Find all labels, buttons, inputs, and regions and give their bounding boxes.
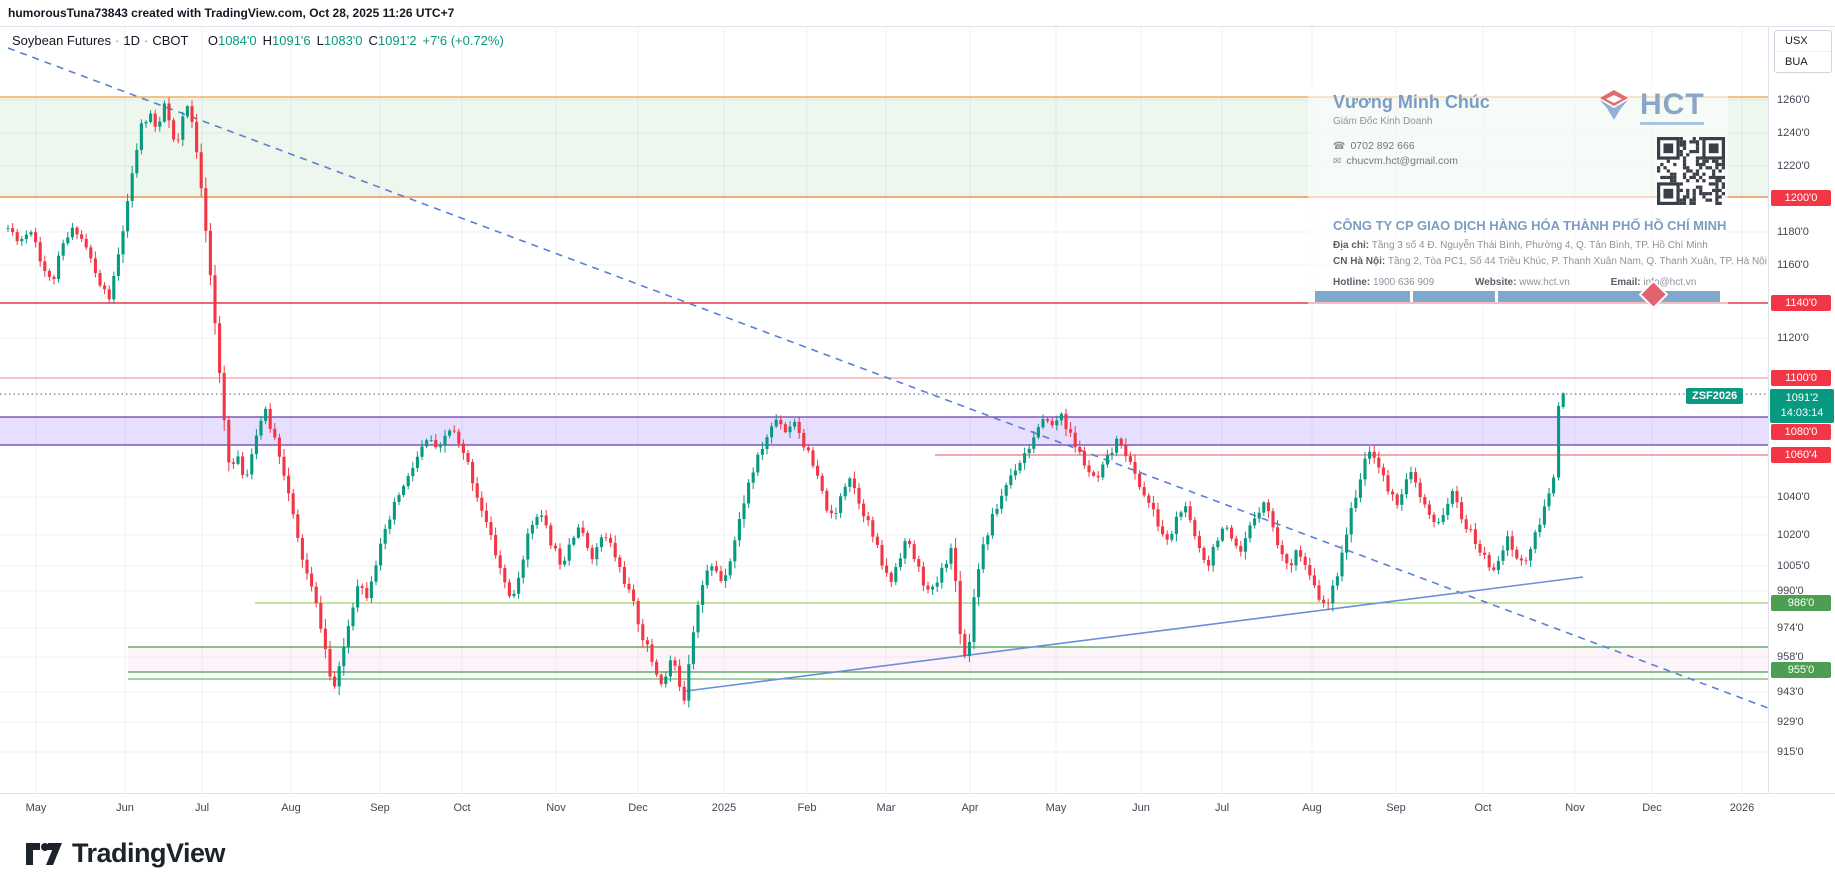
time-axis-label: Feb: [798, 802, 817, 814]
price-level-badge: 1080'0: [1771, 424, 1831, 440]
price-tick: 929'0: [1777, 716, 1804, 728]
tradingview-logo[interactable]: TradingView: [26, 838, 225, 869]
price-axis[interactable]: USX BUA 1260'0 1240'0 1220'0 1180'0 1160'0 11…: [1768, 26, 1835, 793]
time-axis-label: Oct: [453, 802, 470, 814]
unit-bua-button[interactable]: BUA: [1775, 51, 1831, 72]
price-level-badge: 955'0: [1771, 662, 1831, 678]
time-axis-label: Jul: [195, 802, 209, 814]
time-axis-label: Jul: [1215, 802, 1229, 814]
time-axis[interactable]: May Jun Jul Aug Sep Oct Nov Dec 2025 Feb Mar Apr May…: [0, 793, 1835, 829]
contact-name: Vương Minh Chúc: [1333, 92, 1490, 113]
time-axis-label: May: [26, 802, 47, 814]
time-axis-label: Oct: [1474, 802, 1491, 814]
close-value: 1091'2: [378, 33, 417, 48]
last-price-badge: 1091'214:03:14: [1770, 389, 1834, 423]
price-tick: 1040'0: [1777, 491, 1810, 503]
time-axis-label: 2026: [1730, 802, 1754, 814]
price-tick: 1160'0: [1777, 259, 1809, 271]
legend-separator: ·: [111, 33, 123, 48]
time-axis-label: Jun: [1132, 802, 1150, 814]
price-tick: 943'0: [1777, 686, 1804, 698]
price-level-badge: 1060'4: [1771, 447, 1831, 463]
email-icon: ✉: [1333, 156, 1341, 167]
time-axis-label: Aug: [281, 802, 301, 814]
price-tick: 1180'0: [1777, 226, 1809, 238]
price-tick: 1260'0: [1777, 94, 1810, 106]
time-axis-label: Nov: [546, 802, 566, 814]
hct-logo-tagline: [1640, 122, 1704, 125]
time-axis-label: Dec: [1642, 802, 1662, 814]
price-tick: 1240'0: [1777, 127, 1810, 139]
phone-icon: ☎: [1333, 141, 1345, 152]
price-tick: 1120'0: [1777, 332, 1809, 344]
tradingview-chart-page: { "attribution": "humorousTuna73843 crea…: [0, 0, 1835, 883]
hct-logo-icon: [1594, 90, 1634, 124]
time-axis-label: Dec: [628, 802, 648, 814]
contact-role: Giám Đốc Kinh Doanh: [1333, 116, 1433, 127]
time-axis-label: Apr: [961, 802, 978, 814]
price-tick: 1005'0: [1777, 560, 1810, 572]
price-tick: 1020'0: [1777, 529, 1810, 541]
time-axis-label: 2025: [712, 802, 736, 814]
tradingview-logo-text: TradingView: [72, 838, 225, 869]
symbol-legend[interactable]: Soybean Futures·1D·CBOT O1084'0H1091'6L1…: [12, 33, 504, 48]
time-axis-label: May: [1046, 802, 1067, 814]
company-name: CÔNG TY CP GIAO DỊCH HÀNG HÓA THÀNH PHỐ …: [1333, 218, 1726, 233]
time-axis-label: Mar: [877, 802, 896, 814]
price-level-badge: 1140'0: [1771, 295, 1831, 311]
hct-logo-text: HCT: [1640, 90, 1705, 120]
hct-logo: HCT: [1594, 90, 1705, 124]
ohlc-values: O1084'0H1091'6L1083'0C1091'2+7'6 (+0.72%…: [202, 33, 504, 48]
time-axis-label: Nov: [1565, 802, 1585, 814]
broker-contact-card: Vương Minh Chúc Giám Đốc Kinh Doanh ☎ 070…: [1308, 84, 1728, 310]
price-level-badge: 1100'0: [1771, 370, 1831, 386]
time-axis-label: Sep: [1386, 802, 1406, 814]
footer: TradingView: [0, 828, 1835, 883]
open-value: 1084'0: [218, 33, 257, 48]
company-address: Địa chỉ: Tầng 3 số 4 Đ. Nguyễn Thái Bình…: [1333, 240, 1708, 251]
unit-usx-button[interactable]: USX: [1775, 31, 1831, 51]
price-tick: 915'0: [1777, 746, 1804, 758]
tradingview-logo-icon: [26, 843, 62, 865]
contract-badge: ZSF2026: [1686, 388, 1743, 404]
contact-phone: 0702 892 666: [1350, 140, 1414, 152]
attribution-bar: humorousTuna73843 created with TradingVi…: [0, 0, 1835, 27]
website-value: www.hct.vn: [1519, 277, 1570, 288]
interval-label[interactable]: 1D: [123, 33, 140, 48]
exchange-label[interactable]: CBOT: [152, 33, 188, 48]
company-contacts: Hotline: 1900 636 909 Website: www.hct.v…: [1333, 277, 1696, 288]
price-level-badge: 1200'0: [1771, 190, 1831, 206]
time-axis-label: Sep: [370, 802, 390, 814]
contact-email-row: ✉ chucvm.hct@gmail.com: [1333, 155, 1458, 167]
price-tick: 974'0: [1777, 622, 1804, 634]
contact-email: chucvm.hct@gmail.com: [1346, 155, 1458, 167]
high-value: 1091'6: [272, 33, 311, 48]
price-level-badge: 986'0: [1771, 595, 1831, 611]
price-unit-buttons: USX BUA: [1774, 30, 1832, 73]
qr-code: [1657, 137, 1725, 205]
time-axis-label: Jun: [116, 802, 134, 814]
legend-separator: ·: [140, 33, 152, 48]
last-price-value: 1091'2: [1770, 391, 1834, 406]
low-value: 1083'0: [324, 33, 363, 48]
time-axis-label: Aug: [1302, 802, 1322, 814]
change-value: +7'6 (+0.72%): [423, 33, 504, 48]
price-tick: 1220'0: [1777, 160, 1810, 172]
hotline-value: 1900 636 909: [1373, 277, 1434, 288]
contact-phone-row: ☎ 0702 892 666: [1333, 140, 1415, 152]
attribution-text: humorousTuna73843 created with TradingVi…: [8, 6, 454, 20]
last-price-countdown: 14:03:14: [1770, 406, 1834, 421]
company-branch: CN Hà Nội: Tầng 2, Tòa PC1, Số 44 Triều …: [1333, 256, 1767, 267]
symbol-name[interactable]: Soybean Futures: [12, 33, 111, 48]
